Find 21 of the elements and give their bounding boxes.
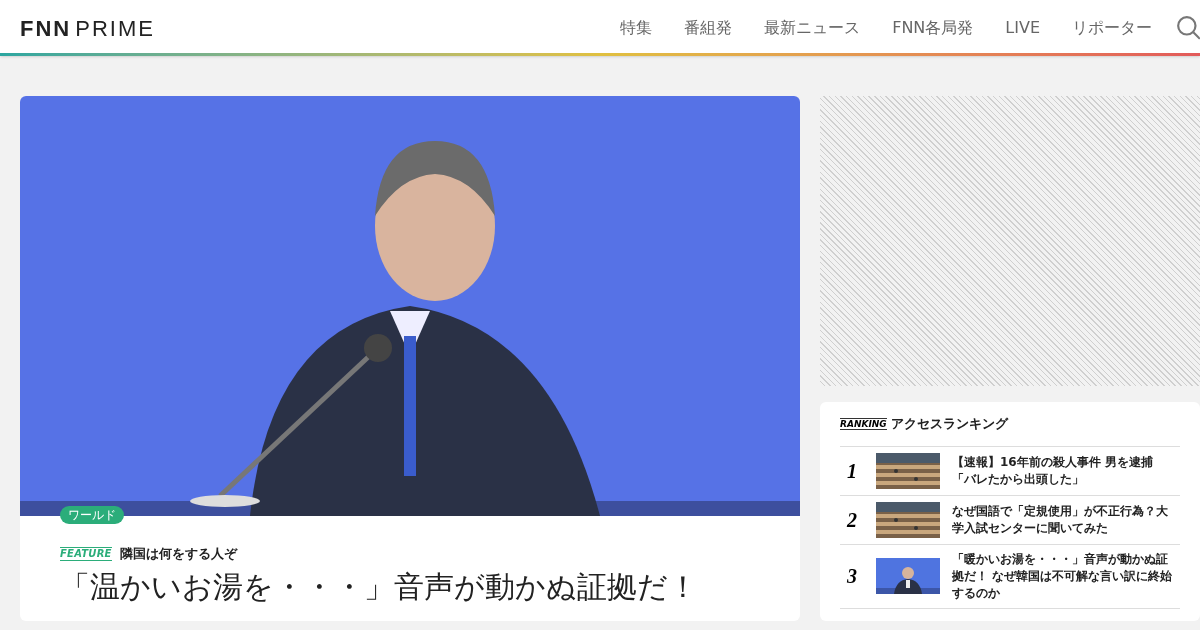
nav-link[interactable]: 最新ニュース — [748, 16, 877, 40]
search-icon[interactable] — [1176, 15, 1200, 41]
ranking-link[interactable]: 【速報】16年前の殺人事件 男を逮捕「バレたから出頭した」 — [952, 453, 1174, 488]
series-title[interactable]: 隣国は何をする人ぞ — [119, 544, 237, 564]
nav-link[interactable]: 特集 — [604, 16, 669, 40]
rank-number: 1 — [846, 458, 858, 484]
nav-link[interactable]: リポーター — [1056, 16, 1168, 40]
ranking-label: RANKING — [840, 417, 887, 430]
ranking-link[interactable]: 「暖かいお湯を・・・」音声が動かぬ証拠だ！ なぜ韓国は不可解な言い訳に終始するのか — [952, 550, 1174, 602]
nav-link[interactable]: 番組発 — [668, 16, 749, 40]
rank-number: 3 — [846, 564, 858, 589]
article-headline[interactable]: 「温かいお湯を・・・」音声が動かぬ証拠だ！ — [60, 567, 760, 606]
nav-link[interactable]: LIVE — [989, 16, 1056, 40]
ranking-link[interactable]: なぜ国語で「定規使用」が不正行為？大学入試センターに聞いてみた — [952, 502, 1174, 537]
site-logo[interactable]: FNN PRIME — [20, 11, 155, 45]
logo-text: PRIME — [75, 14, 155, 43]
logo-mark: FNN — [20, 14, 72, 43]
ranking-title: アクセスランキング — [890, 415, 1008, 433]
nav-link[interactable]: FNN各局発 — [876, 16, 990, 40]
rank-number: 2 — [845, 507, 858, 533]
feature-label: FEATURE — [60, 546, 112, 561]
